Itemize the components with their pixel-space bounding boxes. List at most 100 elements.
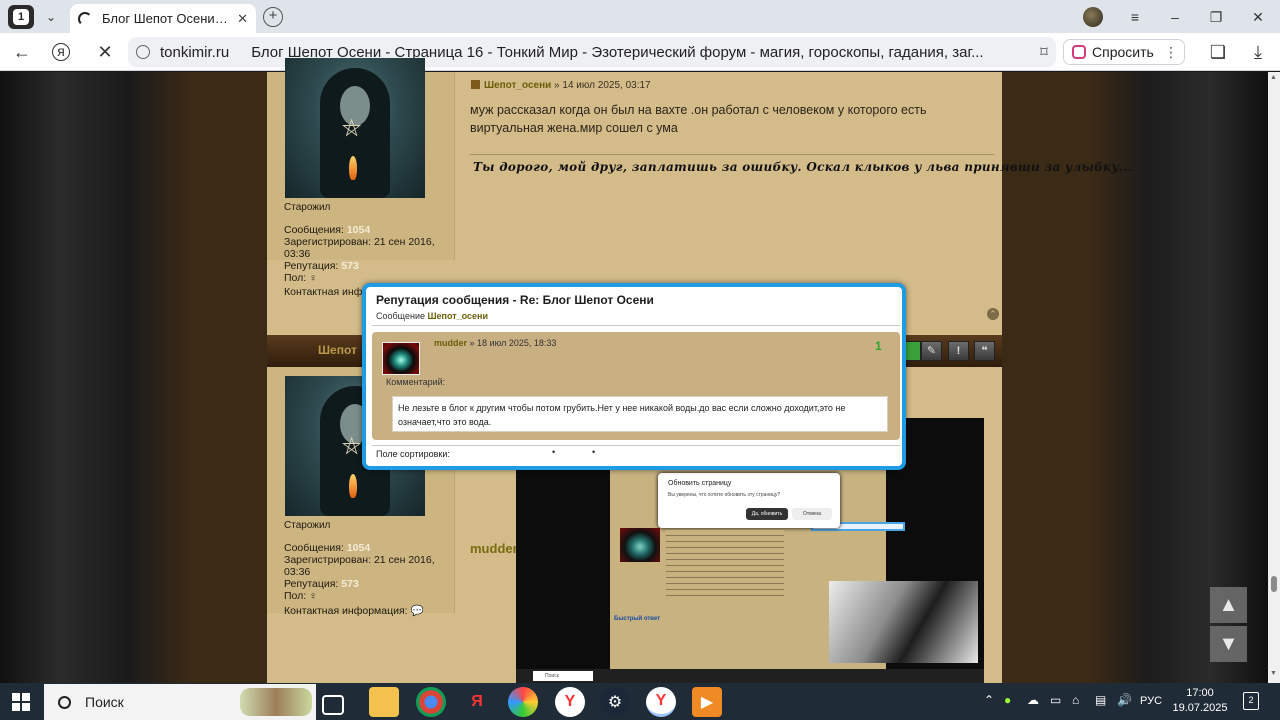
windows-start-icon[interactable] xyxy=(12,693,30,711)
network-icon[interactable]: ▤ xyxy=(1095,693,1106,707)
reputation-count-2[interactable]: 573 xyxy=(341,578,359,590)
close-window-icon[interactable]: ✕ xyxy=(1246,6,1270,28)
more-vertical-icon[interactable]: ⋮ xyxy=(1164,44,1178,61)
speech-bubble-icon[interactable]: 💬 xyxy=(411,605,424,617)
scroll-up-arrow-icon[interactable]: ▲ xyxy=(1270,74,1277,81)
embedded-quick-reply: Быстрый ответ xyxy=(614,616,661,622)
popup-title: Репутация сообщения - Re: Блог Шепот Осе… xyxy=(376,293,654,307)
menu-icon[interactable]: ≡ xyxy=(1123,6,1147,28)
registered-date-2: 21 сен 2016, xyxy=(373,554,435,566)
yandex-app-icon[interactable]: Y xyxy=(555,687,585,717)
close-tab-icon[interactable]: ✕ xyxy=(237,11,248,27)
steam-icon[interactable]: ⚙ xyxy=(600,687,630,717)
url-field[interactable]: tonkimir.ru Блог Шепот Осени - Страница … xyxy=(128,37,1056,67)
scroll-to-top-button[interactable]: ▲ xyxy=(1210,587,1247,623)
reputation-count[interactable]: 573 xyxy=(341,260,359,272)
embedded-eye-avatar xyxy=(620,528,660,562)
registered-date: 21 сен 2016, xyxy=(373,236,435,248)
post-link-icon[interactable] xyxy=(471,80,480,89)
stop-loading-icon[interactable]: ✕ xyxy=(93,41,117,63)
quote-icon[interactable]: ❝ xyxy=(974,341,995,361)
popup-subtitle-prefix: Сообщение xyxy=(376,311,425,321)
tray-app-icon[interactable]: ● xyxy=(1004,693,1011,707)
tray-expand-icon[interactable]: ⌃ xyxy=(984,693,994,707)
taskbar-search-box[interactable]: Поиск xyxy=(44,684,316,720)
comment-label: Комментарий: xyxy=(386,377,446,387)
minimize-icon[interactable]: – xyxy=(1163,6,1187,28)
signature-divider xyxy=(470,154,994,155)
posts-count-2[interactable]: 1054 xyxy=(347,542,370,554)
yandex-active-icon[interactable]: Y xyxy=(646,687,676,717)
site-info-icon[interactable] xyxy=(136,45,150,59)
taskbar-search-placeholder: Поиск xyxy=(85,694,124,710)
windows-taskbar: Поиск Я Y ⚙ Y ▶ ⌃ ● ☁ ▭ ⌂ ▤ 🔊 РУС 17:00 … xyxy=(0,683,1280,720)
restore-icon[interactable]: ❐ xyxy=(1204,6,1228,28)
user-avatar-1[interactable]: ⛤ xyxy=(285,58,425,198)
voter-avatar[interactable] xyxy=(382,342,420,375)
back-to-top-icon[interactable]: ⌃ xyxy=(987,308,999,320)
media-player-icon[interactable]: ▶ xyxy=(692,687,722,717)
sort-option-2[interactable]: • xyxy=(592,447,595,457)
post-2-author-partial[interactable]: mudder xyxy=(470,541,518,556)
wood-border-left xyxy=(0,72,130,683)
tray-device-icon[interactable]: ▭ xyxy=(1050,693,1061,707)
url-domain: tonkimir.ru xyxy=(160,43,230,61)
voter-name-link[interactable]: mudder xyxy=(434,338,467,348)
popup-divider-bottom xyxy=(372,445,900,446)
browser-tab[interactable]: Блог Шепот Осени - Стр ✕ xyxy=(70,4,256,33)
popup-post-author-link[interactable]: Шепот_осени xyxy=(428,311,489,321)
gender-label: Пол: xyxy=(284,272,307,284)
bookmark-icon[interactable]: ⌑ xyxy=(1032,43,1056,61)
embedded-dialog-title: Обновить страницу xyxy=(668,480,732,487)
tray-vpn-icon[interactable]: ⌂ xyxy=(1072,693,1079,707)
popup-subtitle: Сообщение Шепот_осени xyxy=(376,311,488,321)
clock-time: 17:00 xyxy=(1186,687,1214,699)
contact-info-label: Контактная инф xyxy=(284,286,363,298)
chevron-down-icon[interactable]: ⌄ xyxy=(40,6,62,28)
post-signature: Ты дорого, мой друг, заплатишь за ошибку… xyxy=(473,160,1133,174)
yandex-browser-icon[interactable]: Я xyxy=(462,687,492,717)
task-view-icon[interactable] xyxy=(322,695,344,715)
file-explorer-icon[interactable] xyxy=(369,687,399,717)
yandex-icon[interactable]: я xyxy=(52,43,70,61)
search-highlight-art xyxy=(240,688,312,716)
post-date: » 14 июл 2025, 03:17 xyxy=(554,80,651,91)
language-indicator[interactable]: РУС xyxy=(1140,695,1162,707)
scroll-to-bottom-button[interactable]: ▼ xyxy=(1210,626,1247,662)
embedded-dialog-text: Вы уверены, что хотите обновить эту стра… xyxy=(668,492,781,498)
collections-icon[interactable]: ❏ xyxy=(1206,41,1230,63)
user-rank-2: Старожил xyxy=(284,520,331,531)
reputation-vote-card: mudder » 18 июл 2025, 18:33 1 Комментари… xyxy=(372,332,900,440)
post-bar-author[interactable]: Шепот xyxy=(318,343,357,357)
profile-avatar[interactable] xyxy=(1083,7,1103,27)
report-icon[interactable]: ! xyxy=(948,341,969,361)
tab-title: Блог Шепот Осени - Стр xyxy=(102,11,231,26)
vote-points: 1 xyxy=(875,339,882,353)
contact-info-label-2: Контактная информация: 💬 xyxy=(284,604,424,617)
posts-count[interactable]: 1054 xyxy=(347,224,370,236)
chrome-icon[interactable] xyxy=(416,687,446,717)
scrollbar-thumb[interactable] xyxy=(1271,576,1277,592)
taskbar-clock[interactable]: 17:00 19.07.2025 xyxy=(1172,686,1228,716)
registered-time: 03:36 xyxy=(284,248,311,260)
vertical-scrollbar[interactable]: ▲ ▼ xyxy=(1268,72,1280,683)
tray-cloud-icon[interactable]: ☁ xyxy=(1027,693,1039,707)
tabs-counter-button[interactable]: 1 xyxy=(8,5,34,29)
post-meta-1: Шепот_осени » 14 июл 2025, 03:17 xyxy=(471,80,651,91)
post-author-link[interactable]: Шепот_осени xyxy=(484,80,551,91)
new-tab-button[interactable]: + xyxy=(263,7,283,27)
scroll-down-arrow-icon[interactable]: ▼ xyxy=(1270,670,1277,677)
download-icon[interactable]: ⤓ xyxy=(1246,41,1270,63)
contact-info-text: Контактная информация: xyxy=(284,605,408,617)
edit-icon[interactable]: ✎ xyxy=(921,341,942,361)
back-arrow-icon[interactable]: ← xyxy=(10,41,34,63)
address-bar: ← я ✕ tonkimir.ru Блог Шепот Осени - Стр… xyxy=(0,33,1280,71)
color-app-icon[interactable] xyxy=(508,687,538,717)
embedded-dialog-cancel: Отмена xyxy=(792,508,832,520)
notifications-icon[interactable]: 2 xyxy=(1243,692,1259,710)
vote-meta: mudder » 18 июл 2025, 18:33 xyxy=(434,338,556,348)
volume-icon[interactable]: 🔊 xyxy=(1117,693,1132,707)
sort-option-1[interactable]: • xyxy=(552,447,555,457)
ask-ai-button[interactable]: Спросить ⋮ xyxy=(1063,39,1185,65)
embedded-search: Поиск xyxy=(533,671,593,681)
